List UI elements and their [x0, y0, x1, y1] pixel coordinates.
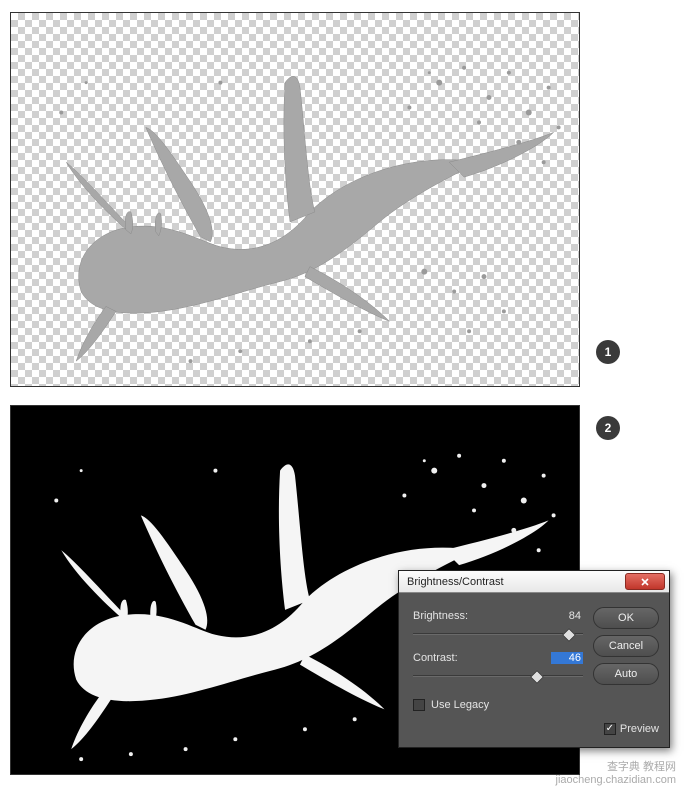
use-legacy-row: Use Legacy: [413, 699, 583, 711]
watermark-line2: jiaocheng.chazidian.com: [556, 774, 676, 787]
dialog-title-text: Brightness/Contrast: [407, 576, 625, 588]
dialog-body: Brightness: 84 Contrast: 46: [399, 593, 669, 747]
ok-button[interactable]: OK: [593, 607, 659, 629]
brightness-row: Brightness: 84: [413, 607, 583, 643]
preview-label: Preview: [620, 723, 659, 735]
ok-button-label: OK: [618, 612, 634, 624]
step-badge-2: 2: [596, 416, 620, 440]
watermark: 查字典 教程网 jiaocheng.chazidian.com: [556, 761, 676, 787]
use-legacy-label: Use Legacy: [431, 699, 489, 711]
dialog-titlebar[interactable]: Brightness/Contrast: [399, 571, 669, 593]
cancel-button[interactable]: Cancel: [593, 635, 659, 657]
use-legacy-checkbox[interactable]: [413, 699, 425, 711]
close-icon: [640, 577, 650, 587]
contrast-value[interactable]: 46: [551, 652, 583, 664]
preview-row: Preview: [593, 723, 659, 735]
slider-column: Brightness: 84 Contrast: 46: [413, 607, 583, 735]
brightness-value[interactable]: 84: [551, 610, 583, 622]
contrast-label: Contrast:: [413, 652, 458, 664]
brightness-slider-handle[interactable]: [562, 628, 576, 642]
brightness-label: Brightness:: [413, 610, 468, 622]
splash-image-gray: [11, 13, 579, 386]
badge-1-text: 1: [605, 345, 612, 359]
watermark-line1: 查字典 教程网: [556, 761, 676, 774]
dialog-close-button[interactable]: [625, 573, 665, 590]
auto-button-label: Auto: [615, 668, 638, 680]
badge-2-text: 2: [605, 421, 612, 435]
contrast-row: Contrast: 46: [413, 649, 583, 685]
auto-button[interactable]: Auto: [593, 663, 659, 685]
contrast-slider-handle[interactable]: [530, 670, 544, 684]
brightness-contrast-dialog: Brightness/Contrast Brightness: 84 C: [398, 570, 670, 748]
cancel-button-label: Cancel: [609, 640, 643, 652]
contrast-slider[interactable]: [413, 671, 583, 685]
brightness-slider[interactable]: [413, 629, 583, 643]
preview-checkbox[interactable]: [604, 723, 616, 735]
splash-canvas-transparent: [10, 12, 580, 387]
dialog-button-column: OK Cancel Auto Preview: [593, 607, 659, 735]
step-badge-1: 1: [596, 340, 620, 364]
